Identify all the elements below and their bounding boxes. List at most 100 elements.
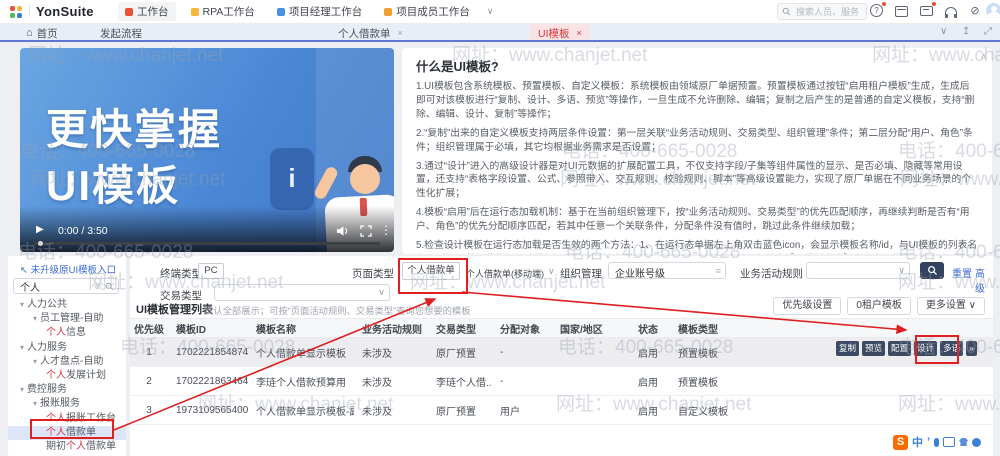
upload-icon[interactable]: ↥: [962, 26, 970, 37]
template-list-card: 终端类型 PC 页面类型 个人借款单 个人借款单(移动端) ∨ 组织管理 企业账…: [130, 256, 993, 456]
menu-item-RPA工作台[interactable]: RPA工作台: [184, 2, 262, 21]
sidebar-item-人力服务[interactable]: ▾ 人力服务: [8, 341, 126, 355]
progress-knob[interactable]: [38, 241, 43, 246]
cell: 启用: [630, 337, 670, 367]
chevron-down-icon: ∨: [898, 265, 905, 275]
tab-label: 个人借款单: [338, 27, 391, 40]
advanced-link[interactable]: 高级: [975, 265, 993, 295]
mic-icon[interactable]: [934, 437, 940, 447]
menu-item-label: 项目经理工作台: [288, 6, 363, 18]
row-action-预览[interactable]: 预览: [862, 341, 886, 356]
workspace-menu: 工作台 RPA工作台 项目经理工作台 项目成员工作台 ∨: [118, 0, 493, 23]
search-icon: [782, 7, 791, 16]
help-panel: ∧ 什么是UI模板? 1.UI模板包含系统模板、预置模板、自定义模板：系统模板由…: [402, 48, 992, 254]
search-button[interactable]: [920, 262, 944, 279]
sidebar-item-员工管理-自助[interactable]: ▾ 员工管理-自助: [8, 312, 126, 326]
legacy-template-entry-link[interactable]: ↖ 未升级原UI模板入口: [20, 262, 116, 276]
row-action-多语[interactable]: 多语: [940, 341, 964, 356]
video-progress-bar[interactable]: [34, 241, 380, 246]
volume-icon[interactable]: [336, 225, 349, 237]
caret-icon[interactable]: ▾: [33, 399, 37, 408]
fullscreen-icon[interactable]: [360, 225, 372, 237]
apostrophe-icon[interactable]: ’: [927, 436, 930, 448]
expand-icon[interactable]: ⤢: [984, 26, 992, 37]
table-row[interactable]: 31973109565400547..个人借款单显示模板-副本未涉及原厂预置用户…: [130, 395, 993, 425]
global-search-input[interactable]: [794, 5, 860, 18]
keyboard-icon[interactable]: [943, 437, 956, 447]
cell: 3: [130, 395, 168, 425]
cell: 原厂预置: [428, 337, 492, 367]
table-row[interactable]: 21702221863464206..李琏个人借款预算用未涉及李琏个人借..- 启…: [130, 366, 993, 396]
workspace-icon: [125, 7, 133, 16]
search-icon[interactable]: [105, 282, 114, 291]
message-icon[interactable]: [920, 2, 936, 18]
intro-video-player[interactable]: 更快掌握 UI模板 i ▶ 0:00 / 3:50 ⋮: [20, 48, 394, 252]
column-header-分配对象: 分配对象: [492, 318, 552, 338]
help-icon[interactable]: ?: [870, 2, 886, 18]
chevron-down-icon[interactable]: ∨: [940, 26, 947, 37]
reset-link[interactable]: 重置: [952, 265, 972, 280]
list-button-优先级设置[interactable]: 优先级设置: [773, 297, 842, 315]
row-action-配置[interactable]: 配置: [888, 341, 912, 356]
page-type-tag-personal-loan[interactable]: 个人借款单: [402, 262, 460, 280]
sogou-icon[interactable]: S: [893, 434, 908, 450]
rule-select[interactable]: ∨: [806, 262, 910, 279]
org-select[interactable]: 企业账号级 ≡: [608, 262, 726, 280]
video-poster-title-line1: 更快掌握: [46, 106, 223, 153]
kebab-menu-icon[interactable]: ⋮: [380, 223, 392, 237]
cell: 原厂预置: [428, 395, 492, 425]
sidebar-item-费控服务[interactable]: ▾ 费控服务: [8, 383, 126, 397]
sidebar-item-个人发展计划[interactable]: 个人发展计划: [8, 369, 126, 383]
avatar[interactable]: [986, 3, 1000, 18]
compass-icon[interactable]: ⊘: [968, 4, 982, 18]
zh-icon[interactable]: 中: [912, 434, 923, 450]
tab-label: 首页: [36, 27, 58, 40]
close-icon[interactable]: ×: [577, 28, 582, 38]
row-action-复制[interactable]: 复制: [836, 341, 860, 356]
global-search[interactable]: [777, 3, 867, 20]
headset-icon[interactable]: [945, 4, 959, 18]
sidebar-item-个人信息[interactable]: 个人信息: [8, 326, 126, 340]
cell: -: [492, 366, 552, 396]
org-ref-icon[interactable]: ≡: [716, 266, 721, 276]
cell: [552, 366, 630, 396]
caret-icon[interactable]: ▾: [20, 385, 24, 394]
tree-search-input[interactable]: [18, 279, 94, 293]
terminal-pc-tag[interactable]: PC: [198, 263, 224, 279]
skin-icon[interactable]: [959, 438, 969, 446]
menu-item-label: RPA工作台: [202, 6, 255, 18]
sidebar-item-报账服务[interactable]: ▾ 报账服务: [8, 397, 126, 411]
help-paragraph-5: 5.检查设计模板在运行态加载是否生效的两个方法：1、在运行态单据左上角双击蓝色i…: [416, 240, 978, 254]
trade-type-select[interactable]: ∨: [214, 284, 390, 301]
help-paragraph-4: 4.模板“启用”后在运行态加载机制：基于在当前组织管理下，按“业务活动规则、交易…: [416, 207, 970, 233]
calendar-icon[interactable]: [895, 4, 909, 18]
caret-icon[interactable]: ▾: [20, 300, 24, 309]
page-type-chevron-icon[interactable]: ∨: [548, 266, 555, 277]
menu-item-项目成员工作台[interactable]: 项目成员工作台: [377, 2, 477, 21]
sidebar-item-人力公共[interactable]: ▾ 人力公共: [8, 298, 126, 312]
play-button[interactable]: ▶: [36, 224, 44, 235]
close-icon[interactable]: ×: [398, 28, 403, 38]
list-button-0租户模板[interactable]: 0租户模板: [847, 297, 911, 315]
list-button-更多设置[interactable]: 更多设置 ∨: [916, 297, 985, 315]
sidebar-item-个人报账工作台[interactable]: 个人报账工作台: [8, 412, 126, 426]
scroll-up-icon[interactable]: ∧: [980, 51, 987, 62]
column-header-状态: 状态: [630, 318, 670, 338]
caret-icon[interactable]: ▾: [33, 314, 37, 323]
sidebar-item-期初个人借款单[interactable]: 期初个人借款单: [8, 440, 126, 454]
row-action-设计[interactable]: 设计: [914, 341, 938, 356]
caret-icon[interactable]: ▾: [33, 357, 37, 366]
caret-icon[interactable]: ▾: [20, 343, 24, 352]
sidebar-item-人才盘点-自助[interactable]: ▾ 人才盘点-自助: [8, 355, 126, 369]
menu-item-项目经理工作台[interactable]: 项目经理工作台: [270, 2, 370, 21]
clear-icon[interactable]: ⊗: [94, 281, 102, 292]
brand-title: YonSuite: [36, 4, 94, 19]
menu-chevron-down-icon[interactable]: ∨: [487, 6, 494, 17]
video-poster-title-line2: UI模板: [46, 162, 181, 209]
page-type-tag-mobile[interactable]: 个人借款单(移动端): [466, 267, 544, 280]
tree-search[interactable]: ⊗: [13, 278, 119, 294]
row-action-»[interactable]: »: [966, 341, 977, 356]
wheel-icon[interactable]: [972, 437, 982, 447]
menu-item-工作台[interactable]: 工作台: [118, 2, 176, 21]
sidebar-item-个人借款单[interactable]: 个人借款单: [8, 425, 126, 440]
